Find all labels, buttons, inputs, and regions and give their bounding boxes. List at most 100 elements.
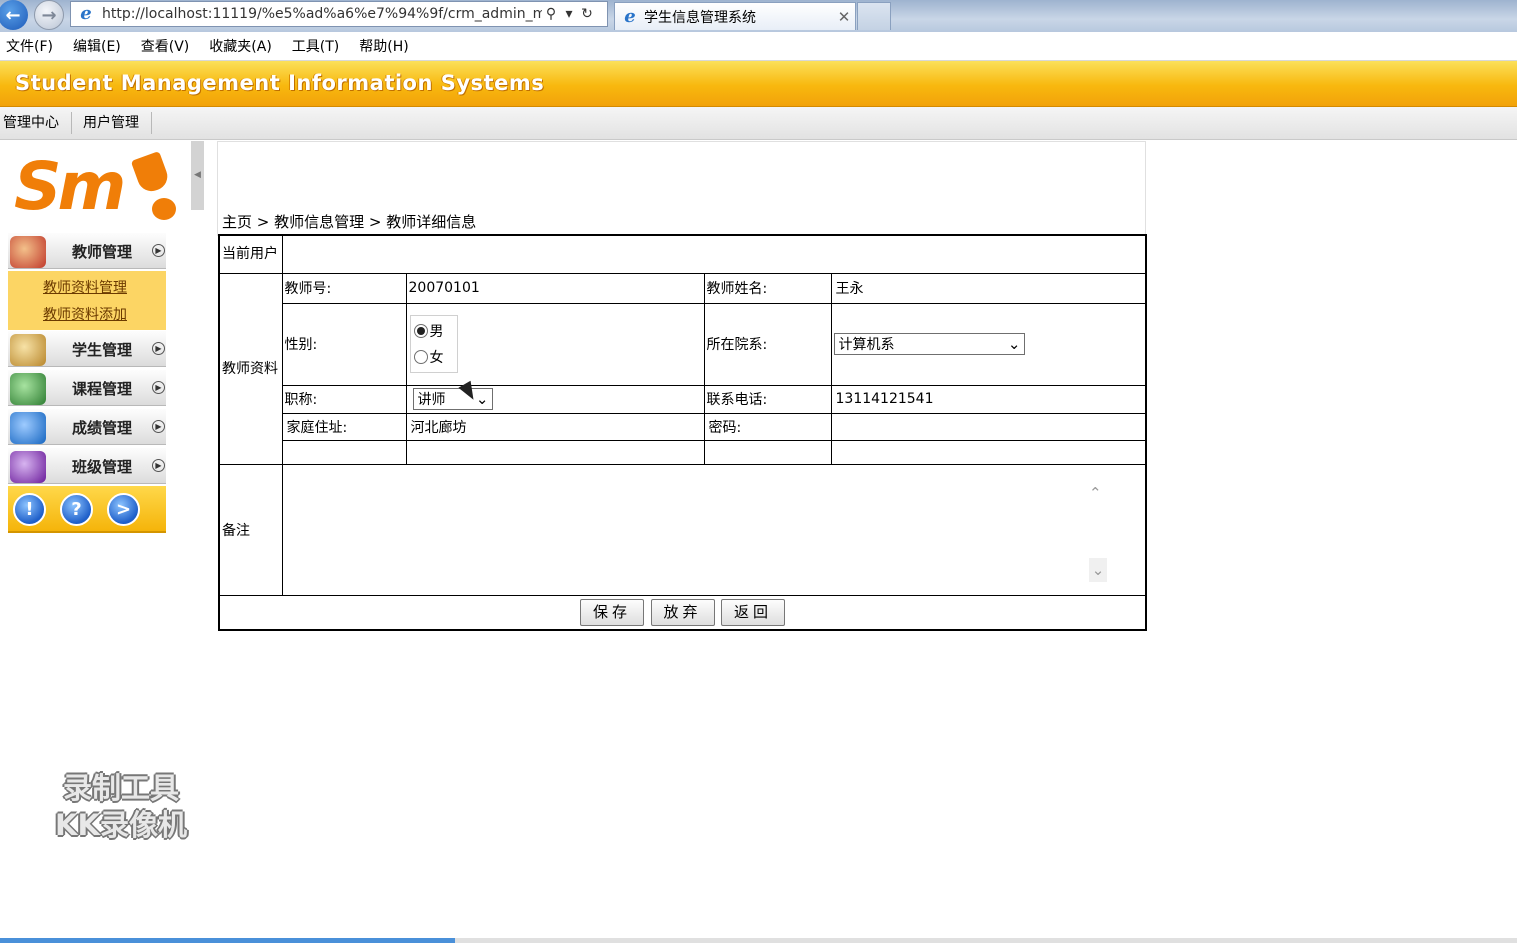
title-label: 职称: [281, 384, 407, 414]
gender-female-label: 女 [429, 350, 444, 366]
menu-help[interactable]: 帮助(H) [359, 36, 408, 56]
dept-select-value: 计算机系 [838, 337, 895, 353]
phone-label: 联系电话: [703, 384, 832, 414]
close-icon[interactable]: ✕ [833, 8, 855, 26]
teacher-name-value: 王永 [830, 272, 1147, 304]
logo-text: Sm [14, 148, 126, 225]
back-icon[interactable]: ← [0, 0, 28, 30]
title-select[interactable]: 讲师 ⌄ [412, 388, 493, 410]
title-select-value: 讲师 [417, 392, 446, 408]
teacher-no-label: 教师号: [281, 272, 407, 304]
address-value: 河北廊坊 [405, 412, 705, 441]
sidebar-item-grade[interactable]: 成绩管理 ▶ [8, 408, 166, 445]
title-cell: 讲师 ⌄ [405, 384, 705, 414]
search-icon[interactable]: ⚲ [542, 6, 560, 22]
current-user-value [281, 234, 1147, 274]
sidebar-splitter[interactable]: ◀ [191, 141, 204, 210]
chevron-right-icon: ▶ [152, 244, 165, 257]
save-button[interactable]: 保存 [580, 598, 645, 626]
chevron-up-icon[interactable]: ⌃ [1089, 484, 1102, 502]
dept-select[interactable]: 计算机系 ⌄ [833, 333, 1025, 355]
watermark-line2: KK录像机 [55, 808, 187, 842]
teacher-submenu: 教师资料管理 教师资料添加 [8, 271, 166, 330]
dept-cell: 计算机系 ⌄ [830, 302, 1147, 386]
remark-scrollbar[interactable]: ⌃ ⌄ [1085, 480, 1109, 592]
tab-title: 学生信息管理系统 [644, 9, 756, 26]
app-title: Student Management Information Systems [15, 71, 545, 95]
sidebar-item-class[interactable]: 班级管理 ▶ [8, 447, 166, 484]
empty-cell [405, 439, 705, 465]
discard-button[interactable]: 放弃 [650, 598, 715, 626]
empty-cell [703, 439, 832, 465]
grade-icon [10, 412, 46, 444]
nav-admin-center[interactable]: 管理中心 [0, 112, 72, 134]
radio-female[interactable] [413, 350, 428, 364]
dept-label: 所在院系: [703, 302, 832, 386]
address-bar[interactable]: e http://localhost:11119/%e5%ad%a6%e7%94… [70, 1, 608, 27]
remark-textarea[interactable] [281, 463, 1147, 596]
progress-fill [0, 938, 456, 943]
menu-tools[interactable]: 工具(T) [292, 36, 339, 56]
password-value[interactable] [830, 412, 1147, 441]
new-tab-button[interactable] [857, 2, 891, 30]
chevron-right-icon: ▶ [152, 381, 165, 394]
gender-cell: 男 女 [405, 302, 705, 386]
app-header: Student Management Information Systems [0, 61, 1517, 107]
chevron-down-icon[interactable]: ⌄ [1089, 558, 1107, 582]
gender-option-female[interactable]: 女 [413, 344, 454, 370]
teacher-detail-form: 当前用户 教师资料 教师号: 20070101 教师姓名: 王永 性别: 男 女… [218, 234, 1147, 631]
password-label: 密码: [703, 412, 832, 441]
info-icon[interactable]: ! [13, 493, 46, 526]
browser-titlebar: ← → e http://localhost:11119/%e5%ad%a6%e… [0, 0, 1517, 32]
sidebar-bottom-panel: ! ? > [8, 486, 166, 533]
chevron-down-icon: ⌄ [475, 390, 489, 408]
menu-file[interactable]: 文件(F) [6, 36, 53, 56]
current-user-label: 当前用户 [218, 234, 283, 274]
menu-edit[interactable]: 编辑(E) [73, 36, 121, 56]
submenu-teacher-manage[interactable]: 教师资料管理 [43, 277, 127, 297]
sidebar-item-label: 教师管理 [72, 243, 133, 261]
sidebar-item-course[interactable]: 课程管理 ▶ [8, 369, 166, 406]
remark-label: 备注 [218, 463, 283, 596]
phone-value: 13114121541 [830, 384, 1147, 414]
gender-radio-group: 男 女 [409, 315, 458, 373]
watermark: 录制工具 KK录像机 [36, 770, 206, 844]
sidebar-item-label: 班级管理 [72, 458, 133, 476]
gender-male-label: 男 [429, 324, 444, 340]
back-button[interactable]: 返回 [720, 598, 785, 626]
ie-icon: e [80, 3, 92, 24]
chevron-right-icon: ▶ [152, 459, 165, 472]
help-icon[interactable]: ? [60, 493, 93, 526]
menu-favorites[interactable]: 收藏夹(A) [209, 36, 272, 56]
app-nav: 管理中心 用户管理 [0, 107, 1517, 140]
course-icon [10, 373, 46, 405]
teacher-name-label: 教师姓名: [703, 272, 832, 304]
dropdown-icon[interactable]: ▾ [560, 6, 578, 22]
section-label: 教师资料 [218, 272, 283, 465]
sidebar-item-label: 成绩管理 [72, 419, 133, 437]
radio-male[interactable] [413, 324, 428, 338]
gender-option-male[interactable]: 男 [413, 318, 454, 344]
sidebar-item-teacher[interactable]: 教师管理 ▶ [8, 232, 166, 269]
menu-view[interactable]: 查看(V) [141, 36, 190, 56]
logo-dot [152, 198, 176, 220]
chevron-right-icon: ▶ [152, 420, 165, 433]
loading-progress-bar [0, 938, 1517, 943]
chevron-down-icon: ⌄ [1007, 335, 1021, 353]
nav-user-management[interactable]: 用户管理 [72, 112, 152, 134]
sidebar-item-student[interactable]: 学生管理 ▶ [8, 330, 166, 367]
class-icon [10, 451, 46, 483]
url-text[interactable]: http://localhost:11119/%e5%ad%a6%e7%94%9… [102, 6, 542, 22]
teacher-no-value: 20070101 [405, 272, 705, 304]
submenu-teacher-add[interactable]: 教师资料添加 [43, 304, 127, 324]
forward-icon[interactable]: → [34, 0, 64, 30]
next-icon[interactable]: > [107, 493, 140, 526]
logo-mark [130, 150, 172, 196]
student-icon [10, 334, 46, 366]
watermark-line1: 录制工具 [62, 771, 179, 805]
teacher-icon [10, 236, 46, 268]
gender-label: 性别: [281, 302, 407, 386]
refresh-icon[interactable]: ↻ [578, 6, 596, 22]
browser-tab[interactable]: e 学生信息管理系统 ✕ [614, 2, 856, 30]
sidebar-item-label: 课程管理 [72, 380, 133, 398]
